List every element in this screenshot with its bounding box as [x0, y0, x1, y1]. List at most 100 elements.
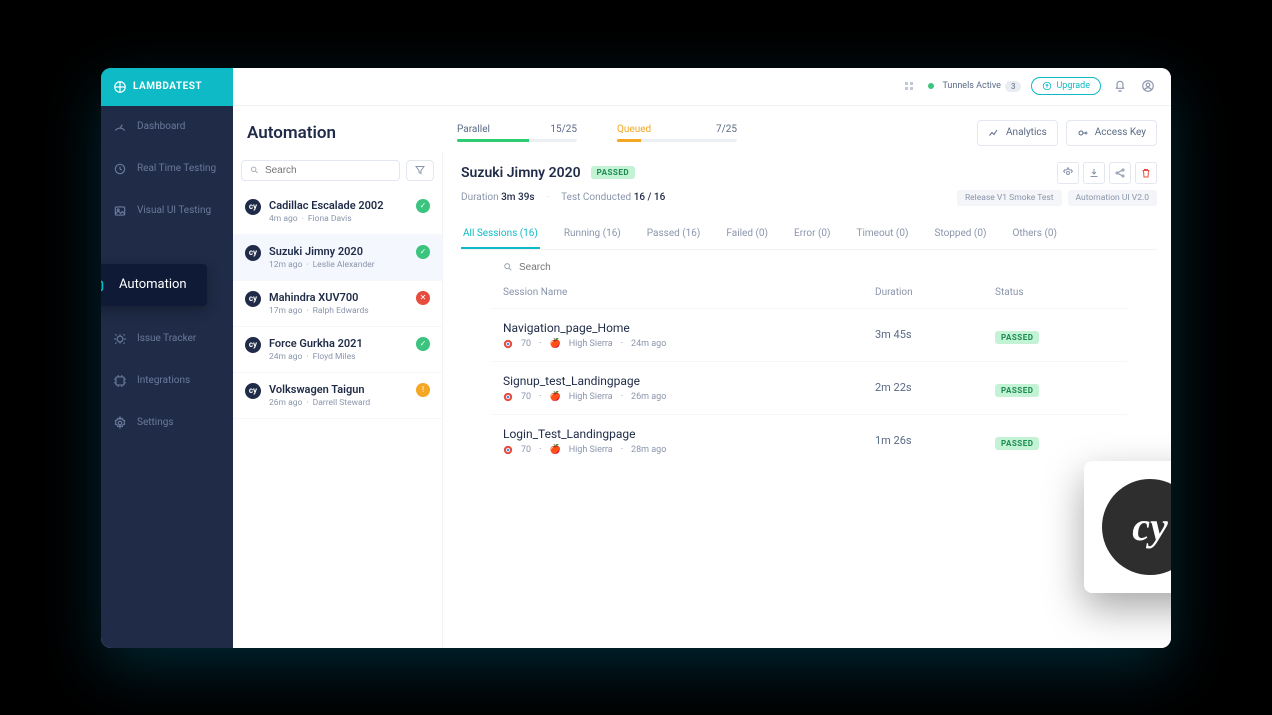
share-icon[interactable] — [1109, 162, 1131, 184]
sidebar-item-dashboard[interactable]: Dashboard — [101, 106, 233, 148]
brand-name: LAMBDATEST — [133, 81, 202, 92]
sidebar: LAMBDATEST Dashboard Real Time Testing V… — [101, 68, 233, 648]
settings-icon[interactable] — [1057, 162, 1079, 184]
bell-icon[interactable] — [1111, 77, 1129, 95]
brand[interactable]: LAMBDATEST — [101, 68, 233, 106]
stat-queued: Queued 7/25 — [617, 124, 737, 142]
stat-parallel: Parallel 15/25 — [457, 124, 577, 142]
session-name: Navigation_page_Home — [503, 321, 875, 335]
session-status-badge: PASSED — [995, 331, 1039, 344]
filter-button[interactable] — [406, 160, 434, 181]
status-fail-icon: ✕ — [416, 291, 430, 305]
build-meta: 12m agoLeslie Alexander — [269, 260, 408, 270]
cypress-logo-icon: cy — [1102, 479, 1171, 575]
filter-icon — [414, 164, 426, 176]
session-search-input[interactable] — [519, 262, 651, 273]
gauge-icon — [113, 120, 127, 134]
access-key-button[interactable]: Access Key — [1066, 120, 1157, 146]
build-meta: 24m agoFloyd Miles — [269, 352, 408, 362]
download-icon[interactable] — [1083, 162, 1105, 184]
robot-icon — [101, 274, 107, 296]
chrome-icon — [503, 392, 513, 402]
status-warn-icon: ! — [416, 383, 430, 397]
session-duration: 1m 26s — [875, 434, 995, 447]
sidebar-item-issues[interactable]: Issue Tracker — [101, 318, 233, 360]
session-row[interactable]: Login_Test_Landingpage 70· 🍎High Sierra·… — [491, 414, 1127, 467]
apps-grid-icon[interactable] — [900, 77, 918, 95]
sidebar-item-label: Issue Tracker — [137, 333, 196, 344]
search-icon — [503, 262, 513, 272]
tab[interactable]: Failed (0) — [724, 220, 770, 249]
sidebar-item-label: Settings — [137, 417, 174, 428]
tab[interactable]: Error (0) — [792, 220, 832, 249]
sidebar-item-automation[interactable]: Automation — [101, 264, 207, 306]
sidebar-item-settings[interactable]: Settings — [101, 402, 233, 444]
col-duration: Duration — [875, 287, 995, 298]
build-title: Suzuki Jimny 2020 — [461, 165, 581, 181]
build-item[interactable]: cy Volkswagen Taigun 26m agoDarrell Stew… — [233, 373, 442, 419]
user-icon[interactable] — [1139, 77, 1157, 95]
sidebar-item-label: Integrations — [137, 375, 190, 386]
build-meta: 4m agoFiona Davis — [269, 214, 408, 224]
sidebar-item-realtime[interactable]: Real Time Testing — [101, 148, 233, 190]
cypress-badge-icon: cy — [245, 291, 261, 307]
tab[interactable]: Running (16) — [562, 220, 623, 249]
content: cy Cadillac Escalade 2002 4m agoFiona Da… — [233, 152, 1171, 648]
run-stats: Parallel 15/25 Queued 7/25 — [457, 124, 977, 142]
sidebar-item-label: Visual UI Testing — [137, 205, 211, 216]
tab[interactable]: Stopped (0) — [932, 220, 988, 249]
tag-chip[interactable]: Release V1 Smoke Test — [957, 190, 1062, 206]
build-meta: 26m agoDarrell Steward — [269, 398, 408, 408]
build-item[interactable]: cy Cadillac Escalade 2002 4m agoFiona Da… — [233, 189, 442, 235]
session-duration: 3m 45s — [875, 328, 995, 341]
analytics-button[interactable]: Analytics — [977, 120, 1058, 146]
build-item[interactable]: cy Suzuki Jimny 2020 12m agoLeslie Alexa… — [233, 235, 442, 281]
session-tabs: All Sessions (16) Running (16) Passed (16)… — [461, 220, 1157, 250]
search-icon — [250, 165, 259, 175]
tunnels-status[interactable]: Tunnels Active 3 — [928, 81, 1021, 92]
build-name: Force Gurkha 2021 — [269, 337, 408, 350]
session-row[interactable]: Signup_test_Landingpage 70· 🍎High Sierra… — [491, 361, 1127, 414]
session-row[interactable]: Navigation_page_Home 70· 🍎High Sierra· 2… — [491, 308, 1127, 361]
image-icon — [113, 204, 127, 218]
status-pass-icon: ✓ — [416, 245, 430, 259]
build-name: Suzuki Jimny 2020 — [269, 245, 408, 258]
build-item[interactable]: cy Mahindra XUV700 17m agoRalph Edwards … — [233, 281, 442, 327]
apple-icon: 🍎 — [549, 445, 560, 455]
chrome-icon — [503, 339, 513, 349]
tab[interactable]: Others (0) — [1010, 220, 1059, 249]
builds-search-input[interactable] — [265, 165, 391, 176]
sidebar-item-integrations[interactable]: Integrations — [101, 360, 233, 402]
build-item[interactable]: cy Force Gurkha 2021 24m agoFloyd Miles … — [233, 327, 442, 373]
delete-icon[interactable] — [1135, 162, 1157, 184]
build-name: Cadillac Escalade 2002 — [269, 199, 408, 212]
session-search[interactable] — [461, 250, 1157, 277]
app-shell: LAMBDATEST Dashboard Real Time Testing V… — [101, 68, 1171, 648]
cypress-badge-icon: cy — [245, 337, 261, 353]
session-meta: 70· 🍎High Sierra· 24m ago — [503, 339, 875, 349]
tunnels-label: Tunnels Active — [942, 81, 1000, 91]
bug-icon — [113, 332, 127, 346]
brand-logo-icon — [113, 80, 127, 94]
builds-search[interactable] — [241, 160, 400, 181]
sidebar-item-label: Dashboard — [137, 121, 185, 132]
tab[interactable]: Passed (16) — [645, 220, 703, 249]
tag-chip[interactable]: Automation UI V2.0 — [1068, 190, 1157, 206]
topbar: Tunnels Active 3 Upgrade — [233, 68, 1171, 106]
build-meta: 17m agoRalph Edwards — [269, 306, 408, 316]
apple-icon: 🍎 — [549, 392, 560, 402]
session-name: Login_Test_Landingpage — [503, 427, 875, 441]
build-status-badge: PASSED — [591, 166, 635, 179]
sidebar-item-label: Automation — [119, 277, 187, 292]
sidebar-item-visual[interactable]: Visual UI Testing — [101, 190, 233, 232]
status-dot-icon — [928, 83, 934, 89]
chrome-icon — [503, 445, 513, 455]
tab[interactable]: Timeout (0) — [854, 220, 910, 249]
status-pass-icon: ✓ — [416, 337, 430, 351]
upgrade-icon — [1042, 81, 1052, 91]
tab[interactable]: All Sessions (16) — [461, 220, 540, 249]
cypress-badge-icon: cy — [245, 199, 261, 215]
upgrade-button[interactable]: Upgrade — [1031, 77, 1101, 95]
cypress-logo-card: cy — [1084, 461, 1171, 593]
session-status-badge: PASSED — [995, 437, 1039, 450]
